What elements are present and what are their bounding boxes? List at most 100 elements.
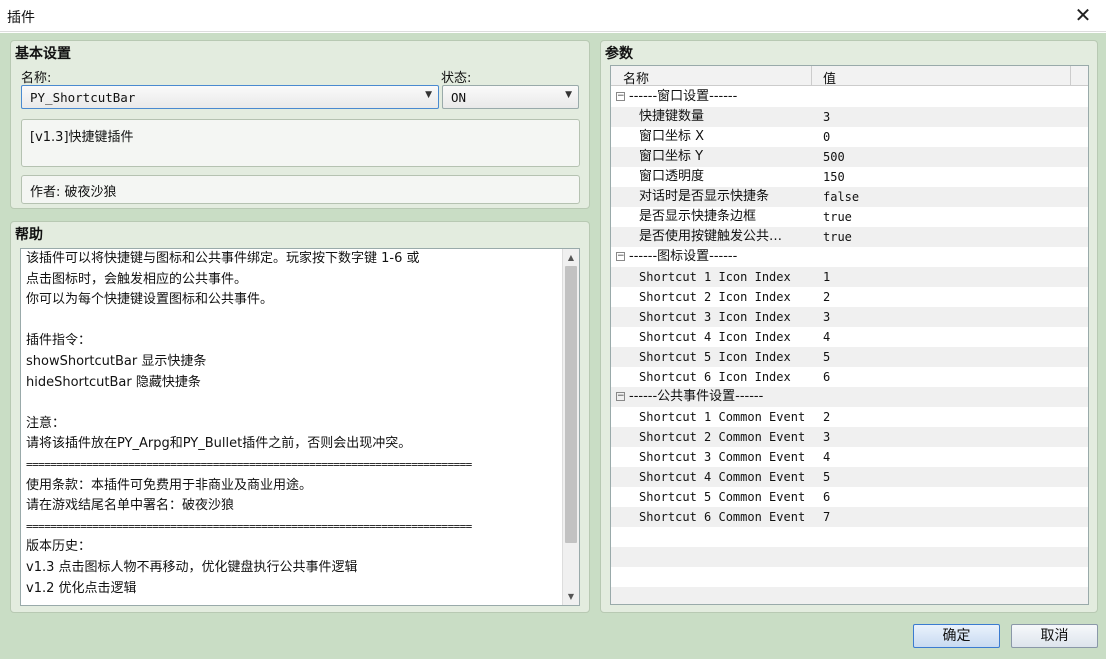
author-field[interactable]: 作者: 破夜沙狼 — [21, 175, 580, 204]
window-title: 插件 — [7, 10, 35, 26]
param-value: true — [823, 210, 852, 224]
param-name: Shortcut 2 Icon Index — [639, 290, 791, 304]
param-name: Shortcut 4 Common Event — [639, 470, 806, 484]
param-row[interactable]: Shortcut 1 Common Event 2 — [611, 407, 1088, 427]
help-line: 注意： — [26, 415, 66, 431]
param-value: 4 — [823, 330, 831, 344]
collapse-icon[interactable]: − — [616, 252, 625, 261]
param-name: Shortcut 5 Common Event — [639, 490, 806, 504]
help-line: 请将该插件放在PY_Arpg和PY_Bullet插件之前，否则会出现冲突。 — [26, 436, 412, 452]
chevron-down-icon: ▼ — [565, 90, 572, 100]
param-row[interactable]: Shortcut 5 Icon Index 5 — [611, 347, 1088, 367]
help-line: ========================================… — [26, 457, 472, 471]
description-field[interactable]: [v1.3]快捷键插件 — [21, 119, 580, 167]
help-line: 你可以为每个快捷键设置图标和公共事件。 — [26, 292, 274, 308]
param-value: 4 — [823, 450, 831, 464]
param-name: Shortcut 6 Icon Index — [639, 370, 791, 384]
param-name: Shortcut 1 Icon Index — [639, 270, 791, 284]
params-table: 名称 值 − ------窗口设置------ 快捷键数量 3 窗口坐标 X 0 窗口坐标 … — [610, 65, 1089, 605]
plugin-name-value: PY_ShortcutBar — [30, 90, 136, 105]
param-value: 2 — [823, 290, 831, 304]
param-row[interactable]: 对话时是否显示快捷条 false — [611, 187, 1088, 207]
status-select[interactable]: ON ▼ — [442, 85, 579, 109]
param-value: 6 — [823, 370, 831, 384]
help-line: 该插件可以将快捷键与图标和公共事件绑定。玩家按下数字键 1-6 或 — [26, 251, 420, 266]
status-value: ON — [451, 90, 467, 105]
help-line: 插件指令： — [26, 333, 92, 349]
param-group-row[interactable]: − ------窗口设置------ — [611, 87, 1088, 107]
basic-settings-title: 基本设置 — [15, 46, 71, 62]
scroll-down-icon[interactable]: ▼ — [563, 588, 579, 605]
param-row[interactable]: Shortcut 2 Common Event 3 — [611, 427, 1088, 447]
plugin-name-select[interactable]: PY_ShortcutBar ▼ — [21, 85, 439, 109]
param-value: 3 — [823, 430, 831, 444]
param-row[interactable]: Shortcut 4 Icon Index 4 — [611, 327, 1088, 347]
params-title: 参数 — [605, 46, 633, 62]
param-value: 0 — [823, 130, 831, 144]
param-row[interactable]: Shortcut 3 Common Event 4 — [611, 447, 1088, 467]
param-value: false — [823, 190, 860, 204]
param-value: 500 — [823, 150, 845, 164]
help-line: 请在游戏结尾名单中署名：破夜沙狼 — [26, 498, 235, 514]
column-header-name[interactable]: 名称 — [611, 66, 812, 87]
param-name: Shortcut 2 Common Event — [639, 430, 806, 444]
param-row[interactable]: 是否显示快捷条边框 true — [611, 207, 1088, 227]
param-row[interactable]: 窗口透明度 150 — [611, 167, 1088, 187]
empty-row — [611, 587, 1088, 604]
param-value: true — [823, 230, 852, 244]
param-group-row[interactable]: − ------公共事件设置------ — [611, 387, 1088, 407]
collapse-icon[interactable]: − — [616, 92, 625, 101]
scroll-thumb[interactable] — [565, 266, 577, 543]
param-name: Shortcut 4 Icon Index — [639, 330, 791, 344]
param-group-row[interactable]: − ------图标设置------ — [611, 247, 1088, 267]
name-label: 名称: — [21, 71, 52, 86]
param-name: 对话时是否显示快捷条 — [639, 189, 770, 204]
param-row[interactable]: 是否使用按键触发公共… true — [611, 227, 1088, 247]
param-value: 7 — [823, 510, 831, 524]
column-header-value[interactable]: 值 — [813, 66, 1088, 87]
param-row[interactable]: Shortcut 4 Common Event 5 — [611, 467, 1088, 487]
help-title: 帮助 — [15, 227, 43, 243]
help-line — [21, 393, 579, 414]
param-row[interactable]: 快捷键数量 3 — [611, 107, 1088, 127]
param-value: 5 — [823, 470, 831, 484]
empty-row — [611, 527, 1088, 547]
help-line: showShortcutBar 显示快捷条 — [26, 353, 207, 369]
param-value: 6 — [823, 490, 831, 504]
help-scrollbar[interactable]: ▲ ▼ — [562, 249, 579, 605]
param-row[interactable]: Shortcut 2 Icon Index 2 — [611, 287, 1088, 307]
help-line: ========================================… — [26, 519, 472, 533]
dialog-body: 基本设置 名称: 状态: PY_ShortcutBar ▼ ON ▼ [v1.3… — [0, 33, 1106, 659]
param-name: 快捷键数量 — [639, 109, 705, 124]
param-value: 5 — [823, 350, 831, 364]
ok-button[interactable]: 确定 — [913, 624, 1000, 648]
help-line: v1.2 优化点击逻辑 — [26, 580, 137, 596]
param-row[interactable]: Shortcut 1 Icon Index 1 — [611, 267, 1088, 287]
param-name: Shortcut 3 Common Event — [639, 450, 806, 464]
param-row[interactable]: 窗口坐标 Y 500 — [611, 147, 1088, 167]
cancel-button[interactable]: 取消 — [1011, 624, 1098, 648]
help-line: 使用条款：本插件可免费用于非商业及商业用途。 — [26, 477, 313, 493]
param-name: 是否显示快捷条边框 — [639, 209, 757, 224]
param-name: 窗口坐标 Y — [639, 149, 704, 164]
param-value: 3 — [823, 110, 831, 124]
scroll-up-icon[interactable]: ▲ — [563, 249, 579, 266]
basic-settings-panel: 基本设置 名称: 状态: PY_ShortcutBar ▼ ON ▼ [v1.3… — [10, 40, 590, 209]
param-row[interactable]: 窗口坐标 X 0 — [611, 127, 1088, 147]
param-row[interactable]: Shortcut 6 Common Event 7 — [611, 507, 1088, 527]
help-line — [21, 311, 579, 332]
status-label: 状态: — [441, 71, 472, 86]
param-name: ------图标设置------ — [629, 249, 738, 264]
close-icon[interactable]: ✕ — [1060, 0, 1106, 32]
param-row[interactable]: Shortcut 5 Common Event 6 — [611, 487, 1088, 507]
help-text-area[interactable]: 该插件可以将快捷键与图标和公共事件绑定。玩家按下数字键 1-6 或点击图标时，会… — [20, 248, 580, 606]
param-row[interactable]: Shortcut 6 Icon Index 6 — [611, 367, 1088, 387]
param-name: 是否使用按键触发公共… — [639, 229, 783, 244]
param-value: 2 — [823, 410, 831, 424]
param-value: 3 — [823, 310, 831, 324]
help-line: 版本历史： — [26, 539, 92, 555]
param-name: Shortcut 3 Icon Index — [639, 310, 791, 324]
collapse-icon[interactable]: − — [616, 392, 625, 401]
param-row[interactable]: Shortcut 3 Icon Index 3 — [611, 307, 1088, 327]
param-name: 窗口坐标 X — [639, 129, 705, 144]
